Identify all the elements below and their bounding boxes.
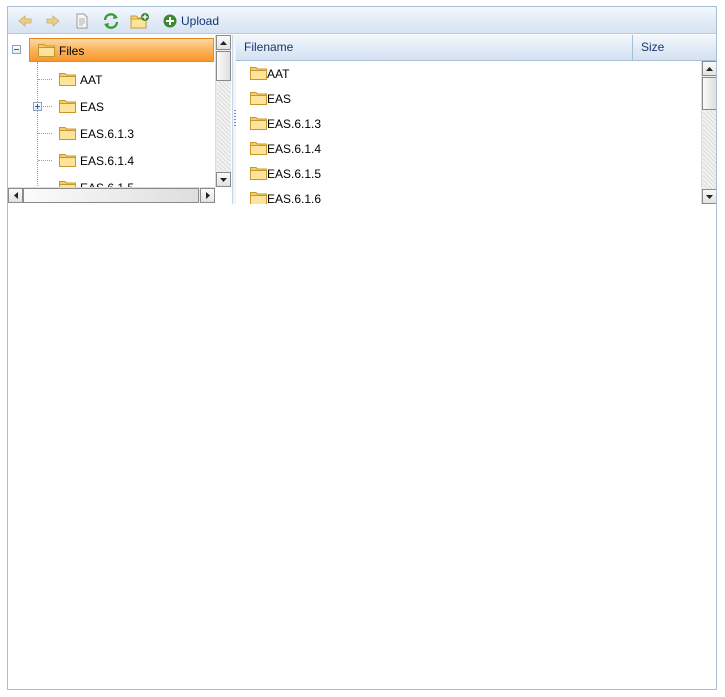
expand-toggle-icon[interactable]	[33, 102, 42, 111]
folder-icon	[59, 154, 76, 167]
table-row[interactable]: EAS.6.1.6	[236, 186, 700, 204]
folder-icon	[250, 142, 267, 155]
table-row[interactable]: EAS.6.1.4	[236, 136, 700, 161]
filename-cell: EAS.6.1.3	[267, 117, 322, 131]
scroll-up-button[interactable]	[216, 35, 231, 50]
tree-horizontal-scrollbar[interactable]	[8, 187, 215, 203]
arrow-down-icon	[706, 194, 713, 199]
scroll-thumb[interactable]	[23, 188, 199, 203]
file-grid: Filename Size AAT EAS EAS.6.1.3 EAS.6.1.4 EA…	[236, 35, 716, 204]
filename-cell: EAS	[267, 92, 292, 106]
arrow-up-icon	[706, 66, 713, 71]
tree-item[interactable]: AAT	[8, 68, 214, 90]
filename-cell: EAS.6.1.6	[267, 192, 322, 204]
new-folder-button[interactable]	[130, 11, 150, 30]
tree-item[interactable]: EAS.6.1.3	[8, 122, 214, 144]
refresh-button[interactable]	[102, 11, 120, 30]
scroll-track	[217, 82, 230, 170]
folder-icon	[59, 127, 76, 140]
tree-item-label: EAS	[80, 100, 105, 114]
tree-connector	[38, 160, 52, 161]
tree-item-label: EAS.6.1.3	[80, 127, 135, 141]
arrow-left-icon	[13, 192, 18, 199]
grid-body: AAT EAS EAS.6.1.3 EAS.6.1.4 EAS.6.1.5 EAS.6.1…	[236, 61, 700, 204]
refresh-icon	[103, 12, 119, 29]
scroll-up-button[interactable]	[702, 61, 716, 76]
forward-arrow-icon	[46, 14, 60, 27]
filename-cell: EAS.6.1.4	[267, 142, 322, 156]
folder-icon	[59, 73, 76, 86]
scroll-thumb[interactable]	[702, 77, 716, 110]
collapse-toggle-icon[interactable]	[12, 45, 21, 54]
table-row[interactable]: EAS	[236, 86, 700, 111]
toolbar: Upload	[8, 7, 716, 34]
folder-icon	[250, 92, 267, 105]
scroll-down-button[interactable]	[702, 189, 716, 204]
document-icon	[76, 13, 88, 28]
tree-connector	[38, 133, 52, 134]
folder-icon	[250, 192, 267, 204]
scroll-left-button[interactable]	[8, 188, 23, 203]
arrow-up-icon	[220, 40, 227, 45]
filename-cell: AAT	[267, 67, 290, 81]
folder-icon	[250, 117, 267, 130]
table-row[interactable]: EAS.6.1.3	[236, 111, 700, 136]
tree-root-label: Files	[59, 44, 85, 58]
new-folder-icon	[130, 12, 149, 28]
folder-icon	[59, 100, 76, 113]
folder-icon	[250, 167, 267, 180]
grid-header: Filename Size	[236, 35, 716, 61]
tree-vertical-scrollbar[interactable]	[215, 35, 231, 187]
file-explorer: Upload Files AAT EAS EAS.6.1.3 EAS.6.1.4 EAS…	[7, 6, 717, 690]
tree-item-label: AAT	[80, 73, 103, 87]
grid-vertical-scrollbar[interactable]	[701, 61, 716, 204]
scroll-right-button[interactable]	[200, 188, 215, 203]
scroll-down-button[interactable]	[216, 172, 231, 187]
properties-button[interactable]	[74, 11, 90, 30]
tree-item[interactable]: EAS.6.1.4	[8, 149, 214, 171]
arrow-down-icon	[220, 177, 227, 182]
tree-item[interactable]: EAS	[8, 95, 214, 117]
table-row[interactable]: EAS.6.1.5	[236, 161, 700, 186]
forward-button[interactable]	[45, 11, 61, 30]
back-arrow-icon	[18, 14, 32, 27]
back-button[interactable]	[17, 11, 33, 30]
upload-label: Upload	[181, 13, 220, 28]
upload-button[interactable]: Upload	[163, 11, 219, 30]
arrow-right-icon	[205, 192, 210, 199]
scroll-thumb[interactable]	[216, 51, 231, 81]
scroll-track	[703, 111, 716, 189]
tree-item-label: EAS.6.1.4	[80, 154, 135, 168]
table-row[interactable]: AAT	[236, 61, 700, 86]
folder-tree: Files AATEASEAS.6.1.3EAS.6.1.4EAS.6.1.5	[8, 35, 232, 204]
column-header-filename[interactable]: Filename	[236, 35, 633, 60]
tree-root-files[interactable]: Files	[29, 38, 214, 62]
filename-cell: EAS.6.1.5	[267, 167, 322, 181]
add-circle-icon	[163, 14, 177, 27]
folder-icon	[38, 44, 55, 57]
tree-connector	[38, 79, 52, 80]
folder-icon	[250, 67, 267, 80]
column-header-size[interactable]: Size	[633, 35, 716, 60]
